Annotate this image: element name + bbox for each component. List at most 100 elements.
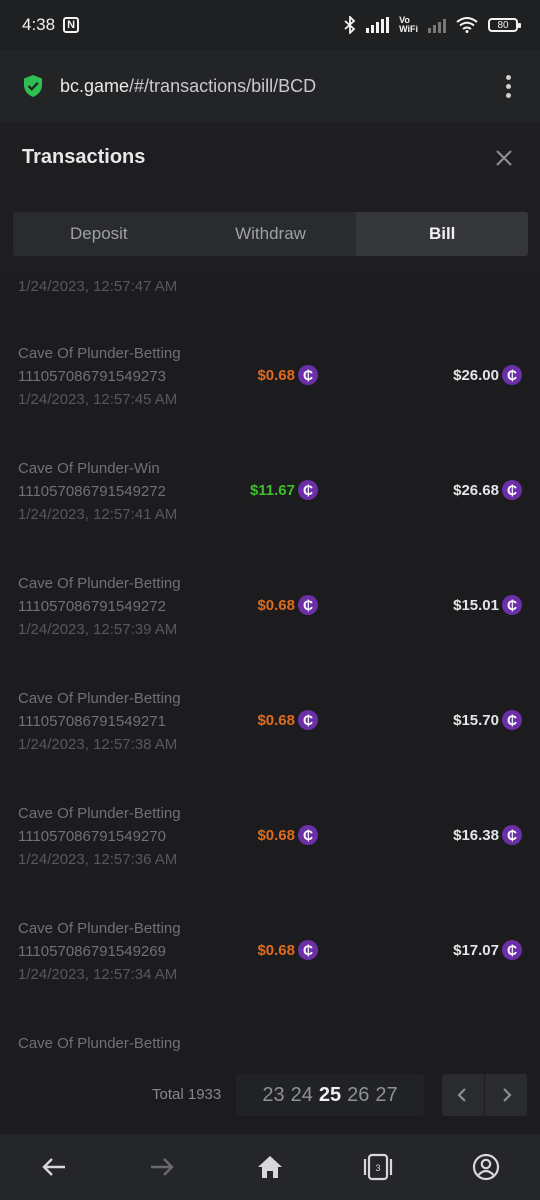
balance-value: $15.01 xyxy=(453,596,499,614)
account-button[interactable] xyxy=(456,1142,516,1192)
dialog-title: Transactions xyxy=(22,146,146,168)
change-amount: $0.68 ₵ xyxy=(257,825,318,845)
transaction-id: 111057086791549272 xyxy=(18,598,166,615)
url-text[interactable]: bc.game/#/transactions/bill/BCD xyxy=(60,76,498,97)
prev-page-button[interactable] xyxy=(442,1074,484,1116)
balance-amount: $15.70 ₵ xyxy=(453,710,522,730)
pagination: Total 1933 23 24 25 26 27 xyxy=(0,1074,540,1118)
change-amount: $11.67 ₵ xyxy=(250,480,318,500)
change-value: $0.68 xyxy=(257,366,295,384)
change-value: $0.68 xyxy=(257,596,295,614)
home-icon xyxy=(258,1156,282,1178)
change-value: $0.68 xyxy=(257,941,295,959)
bcd-coin-icon: ₵ xyxy=(298,825,318,845)
wifi-icon xyxy=(456,17,478,33)
bcd-coin-icon: ₵ xyxy=(502,480,522,500)
total-count: Total 1933 xyxy=(152,1086,222,1103)
transaction-id: 111057086791549273 xyxy=(18,368,166,385)
status-bar-left: 4:38 N xyxy=(22,15,80,35)
balance-amount: $26.00 ₵ xyxy=(453,365,522,385)
tabs-icon: 3 xyxy=(363,1153,393,1181)
transaction-tabs: Deposit Withdraw Bill xyxy=(13,212,528,256)
tab-deposit[interactable]: Deposit xyxy=(13,212,185,256)
transaction-id: 111057086791549271 xyxy=(18,713,166,730)
status-bar: 4:38 N Vo WiFi 80 xyxy=(0,0,540,50)
transaction-row: Cave Of Plunder-Betting 1110570867915492… xyxy=(0,920,540,1016)
url-bar[interactable]: bc.game/#/transactions/bill/BCD xyxy=(0,50,540,122)
tabs-button[interactable]: 3 xyxy=(348,1142,408,1192)
partial-row-name: Cave Of Plunder-Betting xyxy=(18,1035,181,1052)
bcd-coin-icon: ₵ xyxy=(502,595,522,615)
transaction-row: Cave Of Plunder-Betting 1110570867915492… xyxy=(0,575,540,671)
bcd-coin-icon: ₵ xyxy=(298,480,318,500)
back-button[interactable] xyxy=(24,1142,84,1192)
dialog-header: Transactions Deposit Withdraw Bill xyxy=(0,122,540,272)
bcd-coin-icon: ₵ xyxy=(502,940,522,960)
bluetooth-icon xyxy=(344,16,356,34)
change-value: $0.68 xyxy=(257,826,295,844)
change-amount: $0.68 ₵ xyxy=(257,940,318,960)
balance-value: $17.07 xyxy=(453,941,499,959)
change-amount: $0.68 ₵ xyxy=(257,365,318,385)
balance-amount: $26.68 ₵ xyxy=(453,480,522,500)
forward-button[interactable] xyxy=(132,1142,192,1192)
page-link[interactable]: 24 xyxy=(291,1084,313,1107)
bcd-coin-icon: ₵ xyxy=(298,365,318,385)
transaction-name: Cave Of Plunder-Betting xyxy=(18,345,181,362)
page-numbers: 23 24 25 26 27 xyxy=(236,1074,424,1116)
balance-amount: $16.38 ₵ xyxy=(453,825,522,845)
transaction-row: Cave Of Plunder-Betting 1110570867915492… xyxy=(0,345,540,441)
bcd-coin-icon: ₵ xyxy=(502,365,522,385)
transaction-time: 1/24/2023, 12:57:38 AM xyxy=(18,736,178,753)
page-link[interactable]: 27 xyxy=(375,1084,397,1107)
transaction-id: 111057086791549270 xyxy=(18,828,166,845)
balance-value: $15.70 xyxy=(453,711,499,729)
transaction-name: Cave Of Plunder-Betting xyxy=(18,690,181,707)
tab-withdraw[interactable]: Withdraw xyxy=(185,212,357,256)
vowifi-icon: Vo WiFi xyxy=(399,15,418,34)
transaction-row: Cave Of Plunder-Betting 1110570867915492… xyxy=(0,805,540,901)
transaction-list[interactable]: 1/24/2023, 12:57:47 AM Cave Of Plunder-B… xyxy=(0,272,540,1072)
transaction-row: Cave Of Plunder-Win 111057086791549272 1… xyxy=(0,460,540,556)
more-options-icon[interactable] xyxy=(498,74,518,98)
browser-bottom-nav: 3 xyxy=(0,1134,540,1200)
status-time: 4:38 xyxy=(22,15,56,34)
transaction-time: 1/24/2023, 12:57:41 AM xyxy=(18,506,178,523)
nfc-icon: N xyxy=(63,17,80,33)
transaction-name: Cave Of Plunder-Betting xyxy=(18,805,181,822)
balance-value: $26.68 xyxy=(453,481,499,499)
transaction-time: 1/24/2023, 12:57:39 AM xyxy=(18,621,178,638)
next-page-button[interactable] xyxy=(485,1074,527,1116)
transaction-time: 1/24/2023, 12:57:34 AM xyxy=(18,966,178,983)
bcd-coin-icon: ₵ xyxy=(502,825,522,845)
bcd-coin-icon: ₵ xyxy=(298,940,318,960)
transaction-name: Cave Of Plunder-Win xyxy=(18,460,160,477)
transactions-dialog: Transactions Deposit Withdraw Bill 1/24/… xyxy=(0,122,540,1134)
tab-bill[interactable]: Bill xyxy=(356,212,528,256)
bcd-coin-icon: ₵ xyxy=(298,595,318,615)
home-button[interactable] xyxy=(240,1142,300,1192)
balance-amount: $15.01 ₵ xyxy=(453,595,522,615)
page-link[interactable]: 23 xyxy=(262,1084,284,1107)
page-current[interactable]: 25 xyxy=(319,1084,341,1107)
close-icon[interactable] xyxy=(494,148,514,168)
transaction-id: 111057086791549272 xyxy=(18,483,166,500)
page-link[interactable]: 26 xyxy=(347,1084,369,1107)
signal-icon xyxy=(366,17,390,33)
signal-2-icon xyxy=(428,17,446,33)
url-path: /#/transactions/bill/BCD xyxy=(129,75,317,96)
transaction-name: Cave Of Plunder-Betting xyxy=(18,575,181,592)
change-amount: $0.68 ₵ xyxy=(257,710,318,730)
transaction-time: 1/24/2023, 12:57:45 AM xyxy=(18,391,178,408)
balance-value: $26.00 xyxy=(453,366,499,384)
arrow-left-icon xyxy=(42,1158,65,1176)
transaction-time: 1/24/2023, 12:57:36 AM xyxy=(18,851,178,868)
change-value: $0.68 xyxy=(257,711,295,729)
change-amount: $0.68 ₵ xyxy=(257,595,318,615)
bcd-coin-icon: ₵ xyxy=(502,710,522,730)
chevron-left-icon xyxy=(457,1088,466,1102)
battery-icon: 80 xyxy=(488,18,521,32)
shield-check-icon[interactable] xyxy=(22,74,44,98)
transaction-name: Cave Of Plunder-Betting xyxy=(18,920,181,937)
partial-row-time: 1/24/2023, 12:57:47 AM xyxy=(18,278,178,295)
